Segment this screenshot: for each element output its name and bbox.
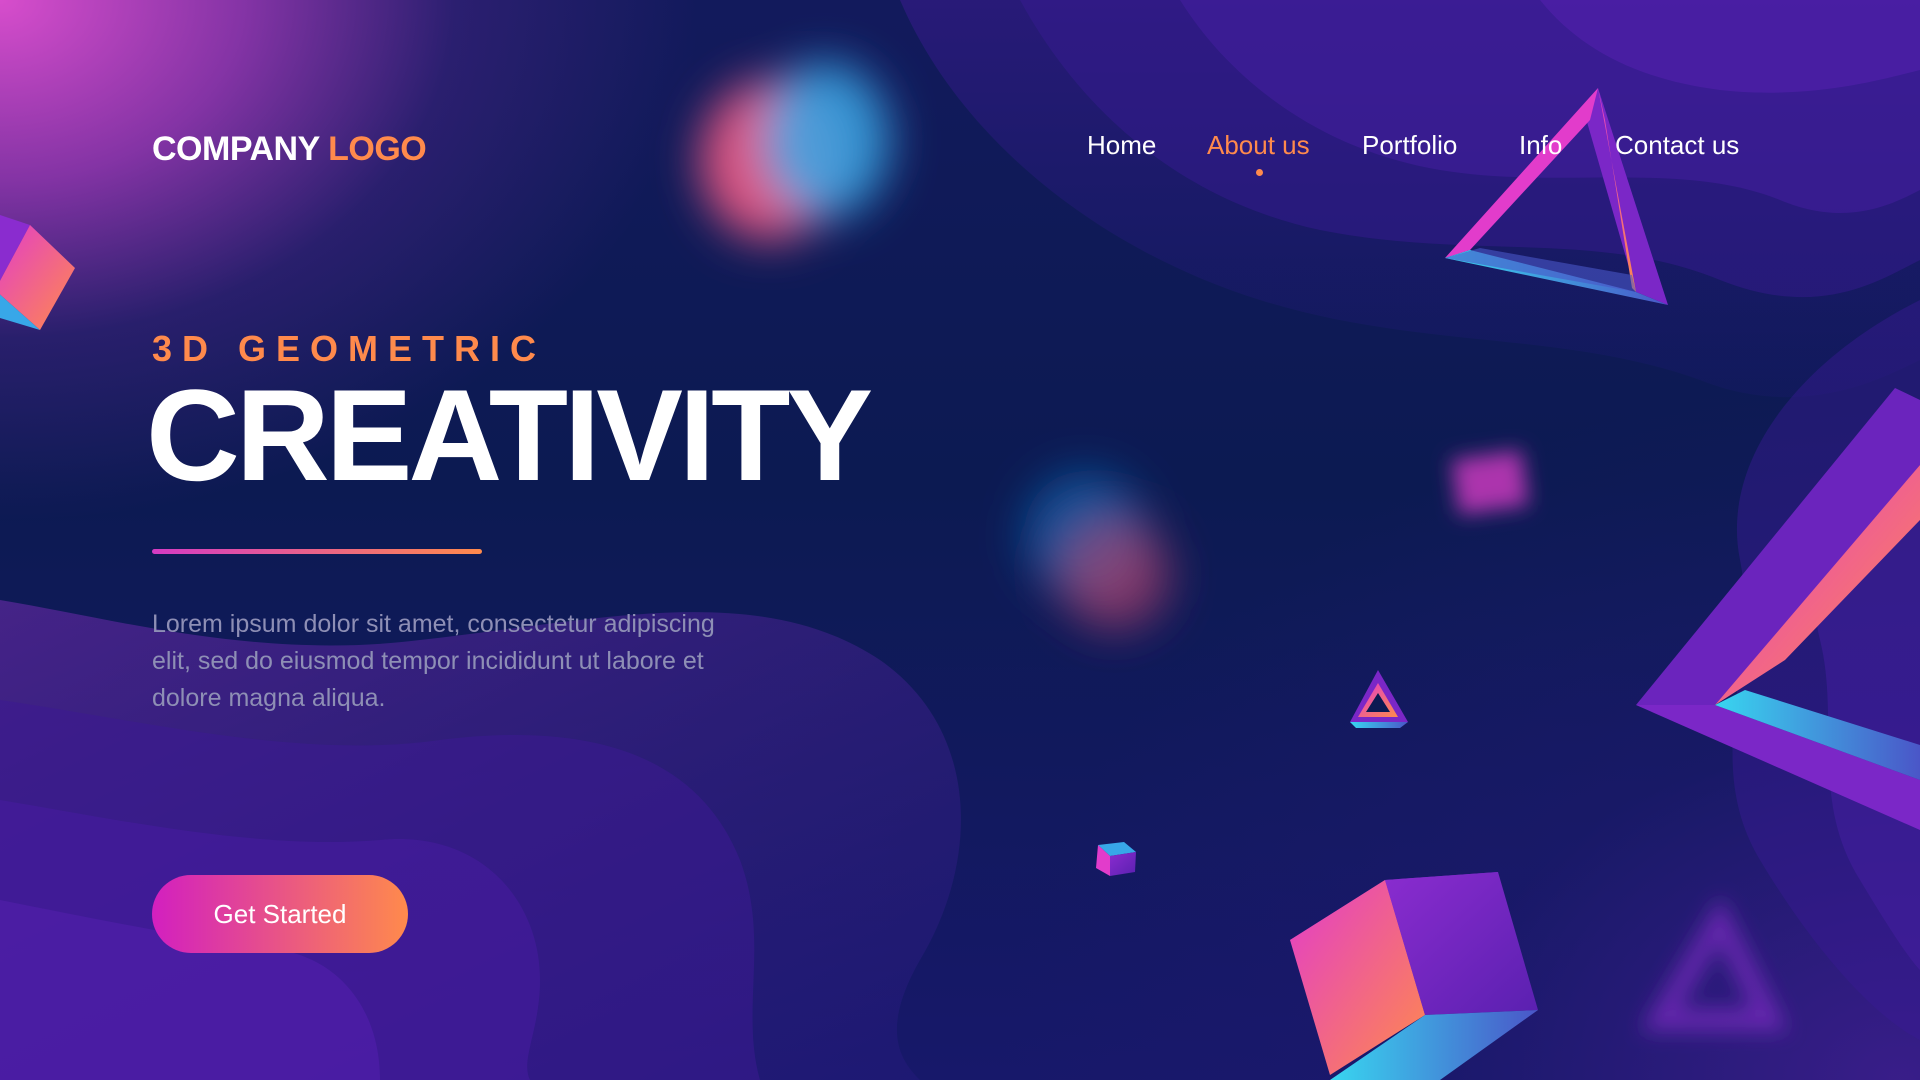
- nav-link-portfolio[interactable]: Portfolio: [1362, 130, 1457, 161]
- blurred-orb-top: [700, 62, 890, 240]
- get-started-button[interactable]: Get Started: [152, 875, 408, 953]
- blurred-orb-center: [1025, 473, 1170, 630]
- hero-divider: [152, 549, 482, 554]
- nav-link-about-us[interactable]: About us: [1207, 130, 1310, 161]
- nav-link-info[interactable]: Info: [1519, 130, 1562, 161]
- company-logo[interactable]: COMPANY LOGO: [152, 130, 427, 169]
- small-cube-center: [1096, 842, 1136, 876]
- blurred-triangle-bottom-right: [1640, 897, 1788, 1031]
- hero-headline: CREATIVITY: [146, 362, 873, 508]
- landing-page: COMPANY LOGO Home About us Portfolio Inf…: [0, 0, 1920, 1080]
- hero-description: Lorem ipsum dolor sit amet, consectetur …: [152, 610, 715, 712]
- active-indicator-dot: [1256, 169, 1263, 176]
- blurred-cube-center: [1451, 450, 1529, 515]
- wave-shape-top-right: [900, 0, 1920, 398]
- small-triangle-center: [1350, 670, 1408, 728]
- large-cube-bottom-right: [1290, 872, 1538, 1080]
- logo-text-main: COMPANY: [152, 130, 320, 168]
- logo-text-accent: LOGO: [328, 130, 427, 168]
- main-navigation: Home About us Portfolio Info Contact us: [1060, 130, 1760, 176]
- nav-link-home[interactable]: Home: [1087, 130, 1156, 161]
- cube-shape-left-edge: [0, 215, 75, 330]
- nav-link-contact-us[interactable]: Contact us: [1615, 130, 1739, 161]
